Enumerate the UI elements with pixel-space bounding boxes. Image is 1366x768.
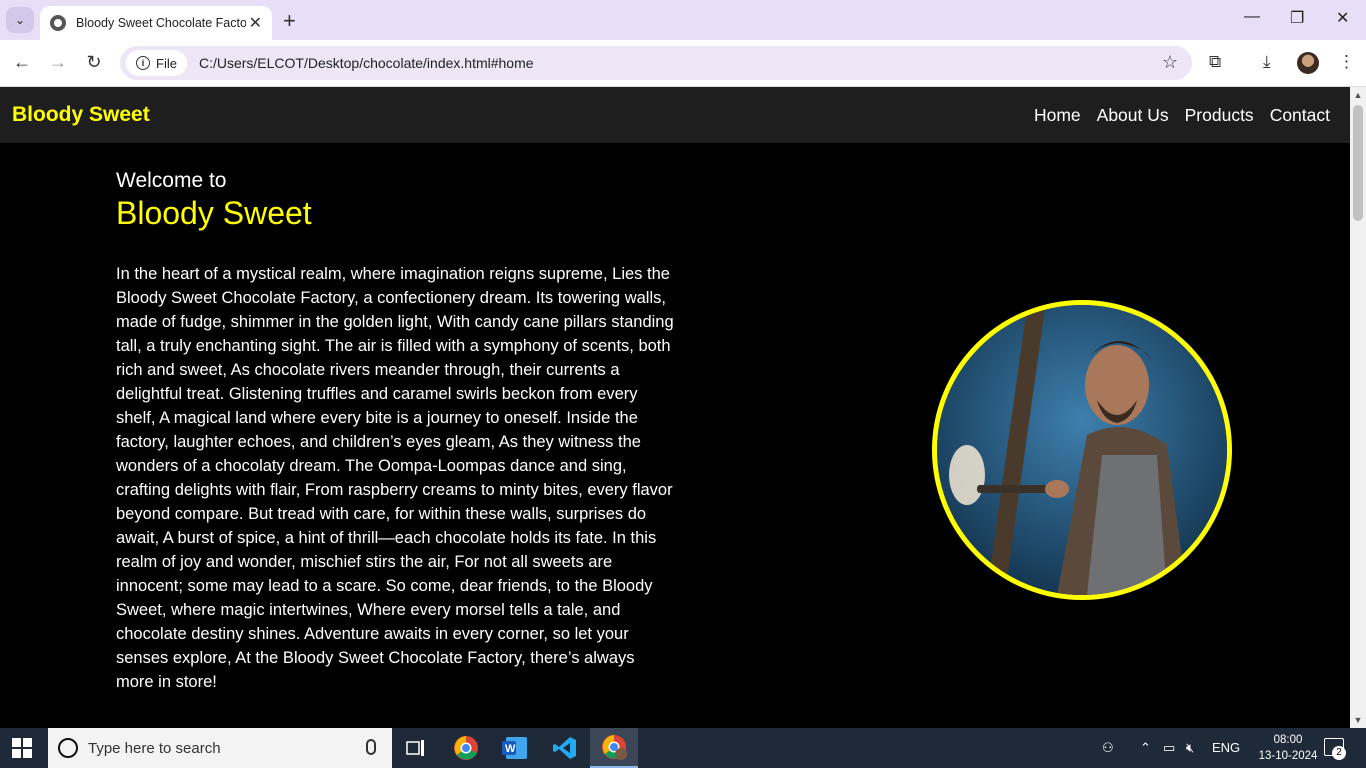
language-indicator[interactable]: ENG xyxy=(1212,740,1240,755)
page-scrollbar[interactable]: ▲ ▼ xyxy=(1350,87,1366,728)
site-chip-label: File xyxy=(156,55,177,71)
site-navbar: Bloody Sweet Home About Us Products Cont… xyxy=(0,87,1350,143)
search-icon xyxy=(58,738,78,758)
chevron-down-icon: ⌄ xyxy=(14,13,26,27)
tab-close-icon[interactable]: ✕ xyxy=(249,13,262,33)
scroll-up-arrow-icon[interactable]: ▲ xyxy=(1350,87,1366,103)
clock-date: 13-10-2024 xyxy=(1258,750,1318,762)
address-bar[interactable]: i File C:/Users/ELCOT/Desktop/chocolate/… xyxy=(120,46,1192,80)
windows-start-icon[interactable] xyxy=(12,738,32,758)
forward-icon[interactable]: → xyxy=(46,52,70,73)
chrome-profile-taskbar-icon[interactable] xyxy=(590,728,638,768)
new-tab-button[interactable]: + xyxy=(283,8,296,34)
info-icon: i xyxy=(136,56,150,70)
taskbar-search-box[interactable]: Type here to search xyxy=(48,728,392,768)
download-icon[interactable]: ⤓ xyxy=(1263,52,1271,72)
back-icon[interactable]: ← xyxy=(10,52,34,73)
clock-time: 08:00 xyxy=(1273,734,1303,746)
hero-section: Welcome to Bloody Sweet In the heart of … xyxy=(116,169,676,694)
svg-text:W: W xyxy=(505,743,516,755)
nav-contact-link[interactable]: Contact xyxy=(1270,105,1330,126)
task-view-icon[interactable] xyxy=(392,728,440,768)
bookmark-star-icon[interactable]: ☆ xyxy=(1162,52,1178,73)
portrait-illustration xyxy=(937,305,1227,595)
people-icon[interactable]: ⚇ xyxy=(1102,740,1114,756)
browser-tabstrip: ⌄ Bloody Sweet Chocolate Factory ✕ + — ❐… xyxy=(0,0,1366,40)
notification-badge: 2 xyxy=(1332,746,1346,760)
tab-title: Bloody Sweet Chocolate Factory xyxy=(76,16,246,30)
word-taskbar-icon[interactable]: W xyxy=(491,728,539,768)
close-window-icon[interactable]: ✕ xyxy=(1336,8,1349,28)
scroll-down-arrow-icon[interactable]: ▼ xyxy=(1350,712,1366,728)
chevron-up-icon[interactable]: ⌃ xyxy=(1140,740,1151,756)
profile-avatar[interactable] xyxy=(1297,52,1319,74)
restore-icon[interactable]: ❐ xyxy=(1290,8,1304,28)
menu-kebab-icon[interactable]: ⋮ xyxy=(1338,52,1355,72)
windows-taskbar: Type here to search W ⚇ ⌃ ▭ 🔇︎ ENG 08:00… xyxy=(0,728,1366,768)
hero-portrait-image xyxy=(932,300,1232,600)
web-page: Bloody Sweet Home About Us Products Cont… xyxy=(0,87,1350,728)
nav-home-link[interactable]: Home xyxy=(1034,105,1081,126)
site-brand[interactable]: Bloody Sweet xyxy=(12,103,150,127)
extensions-icon[interactable]: ⧉ xyxy=(1209,52,1221,72)
nav-products-link[interactable]: Products xyxy=(1185,105,1254,126)
hero-welcome: Welcome to xyxy=(116,169,227,192)
site-menu: Home About Us Products Contact xyxy=(1034,105,1330,126)
volume-muted-icon[interactable]: 🔇︎ xyxy=(1186,740,1194,756)
reload-icon[interactable]: ↻ xyxy=(82,52,106,73)
system-clock[interactable]: 08:00 13-10-2024 xyxy=(1258,732,1318,764)
scroll-thumb[interactable] xyxy=(1353,105,1363,221)
taskbar-search-placeholder: Type here to search xyxy=(88,739,221,757)
microphone-icon[interactable] xyxy=(366,739,376,755)
chrome-taskbar-icon[interactable] xyxy=(442,728,490,768)
minimize-icon[interactable]: — xyxy=(1244,8,1260,26)
nav-about-link[interactable]: About Us xyxy=(1097,105,1169,126)
battery-icon[interactable]: ▭ xyxy=(1163,740,1175,756)
hero-title: Bloody Sweet xyxy=(116,195,312,231)
browser-tab[interactable]: Bloody Sweet Chocolate Factory ✕ xyxy=(40,6,272,40)
vscode-taskbar-icon[interactable] xyxy=(541,728,589,768)
tab-search-button[interactable]: ⌄ xyxy=(6,7,34,33)
hero-paragraph: In the heart of a mystical realm, where … xyxy=(116,265,674,691)
browser-toolbar: ← → ↻ i File C:/Users/ELCOT/Desktop/choc… xyxy=(0,40,1366,87)
site-info-chip[interactable]: i File xyxy=(126,50,187,76)
url-text[interactable]: C:/Users/ELCOT/Desktop/chocolate/index.h… xyxy=(199,55,534,71)
globe-icon xyxy=(50,15,66,31)
